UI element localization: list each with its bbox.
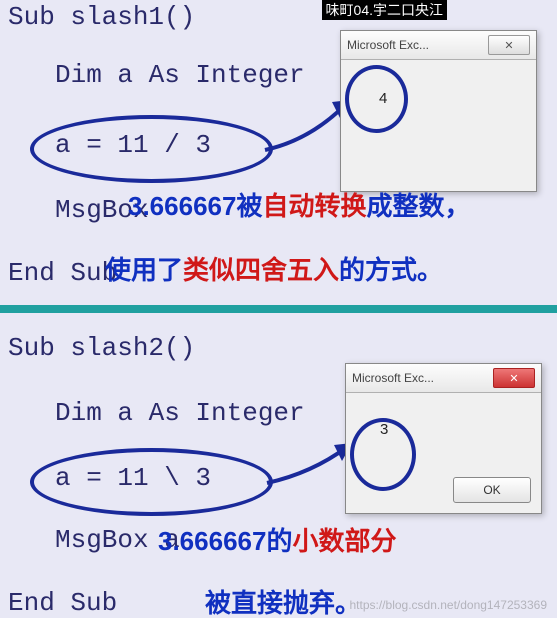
highlight-ellipse-expression bbox=[30, 115, 273, 183]
dialog-titlebar: Microsoft Exc... ✕ bbox=[346, 364, 541, 393]
highlight-ellipse-result bbox=[345, 65, 408, 133]
cropped-header-text: 味町04.宇二口央江 bbox=[322, 0, 447, 20]
annotation-line2: 被直接抛弃。 bbox=[205, 583, 361, 618]
anno-text: 的方式。 bbox=[339, 255, 443, 285]
close-icon: ✕ bbox=[509, 372, 518, 385]
highlight-ellipse-expression bbox=[30, 448, 273, 516]
anno-text: 成整数， bbox=[366, 191, 470, 221]
anno-text: 被直接抛弃。 bbox=[205, 588, 361, 618]
anno-text: 使用了 bbox=[105, 255, 183, 285]
code-line-dim: Dim a As Integer bbox=[55, 398, 305, 428]
code-line-endsub: End Sub bbox=[8, 588, 117, 618]
annotation-line1: 3.666667的小数部分 bbox=[158, 521, 396, 558]
anno-text: 小数部分 bbox=[292, 526, 396, 556]
close-button[interactable]: ✕ bbox=[493, 368, 535, 388]
ok-button-label: OK bbox=[483, 483, 500, 497]
code-line-dim: Dim a As Integer bbox=[55, 60, 305, 90]
panel-slash2: Sub slash2() Dim a As Integer a = 11 \ 3… bbox=[0, 305, 557, 618]
close-button[interactable]: ✕ bbox=[488, 35, 530, 55]
ok-button[interactable]: OK bbox=[453, 477, 531, 503]
dialog-titlebar: Microsoft Exc... ✕ bbox=[341, 31, 536, 60]
code-line-endsub: End Sub bbox=[8, 258, 117, 288]
panel-slash1: 味町04.宇二口央江 Sub slash1() Dim a As Integer… bbox=[0, 0, 557, 305]
code-line-sub: Sub slash2() bbox=[8, 333, 195, 363]
watermark: https://blog.csdn.net/dong147253369 bbox=[350, 598, 548, 612]
annotation-line1: 3.666667被自动转换成整数， bbox=[128, 186, 470, 223]
anno-text: 3.666667的 bbox=[158, 526, 292, 556]
anno-text: 自动转换 bbox=[262, 191, 366, 221]
dialog-title: Microsoft Exc... bbox=[352, 371, 434, 385]
anno-text: 类似四舍五入 bbox=[183, 255, 339, 285]
annotation-line2: 使用了类似四舍五入的方式。 bbox=[105, 250, 443, 287]
dialog-title: Microsoft Exc... bbox=[347, 38, 429, 52]
highlight-ellipse-result bbox=[350, 418, 416, 491]
anno-text: 3.666667被 bbox=[128, 191, 262, 221]
close-icon: ✕ bbox=[504, 39, 513, 52]
code-line-sub: Sub slash1() bbox=[8, 2, 195, 32]
